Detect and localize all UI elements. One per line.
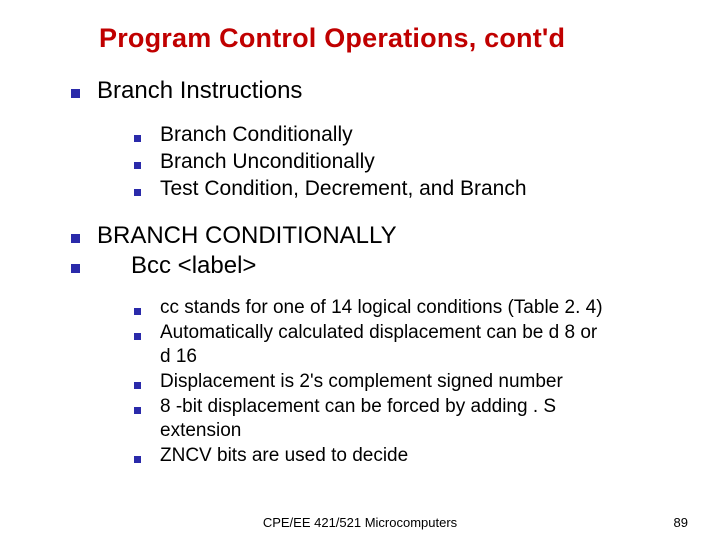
footer-page-number: 89: [674, 515, 688, 530]
bullet-icon: [134, 308, 141, 315]
slide-title: Program Control Operations, cont'd: [99, 23, 565, 54]
bullet-icon: [134, 189, 141, 196]
item-displacement-1: Automatically calculated displacement ca…: [160, 322, 597, 344]
item-test-condition: Test Condition, Decrement, and Branch: [160, 177, 527, 201]
bullet-icon: [134, 407, 141, 414]
bullet-icon: [134, 456, 141, 463]
item-8bit-2: extension: [160, 420, 241, 442]
item-cc-conditions: cc stands for one of 14 logical conditio…: [160, 297, 603, 319]
bullet-icon: [134, 135, 141, 142]
footer-course: CPE/EE 421/521 Microcomputers: [0, 515, 720, 530]
item-zncv: ZNCV bits are used to decide: [160, 445, 408, 467]
slide: Program Control Operations, cont'd Branc…: [0, 0, 720, 540]
bullet-icon: [134, 382, 141, 389]
bullet-icon: [134, 162, 141, 169]
item-twos-complement: Displacement is 2's complement signed nu…: [160, 371, 563, 393]
item-displacement-2: d 16: [160, 346, 197, 368]
bullet-icon: [71, 89, 80, 98]
item-branch-conditionally: Branch Conditionally: [160, 123, 353, 147]
bullet-icon: [71, 264, 80, 273]
item-branch-unconditionally: Branch Unconditionally: [160, 150, 375, 174]
heading-branch-instructions: Branch Instructions: [97, 77, 302, 105]
bullet-icon: [134, 333, 141, 340]
item-8bit-1: 8 -bit displacement can be forced by add…: [160, 396, 556, 418]
heading-bcc-label: Bcc <label>: [131, 252, 256, 280]
bullet-icon: [71, 234, 80, 243]
heading-branch-conditionally: BRANCH CONDITIONALLY: [97, 222, 397, 250]
